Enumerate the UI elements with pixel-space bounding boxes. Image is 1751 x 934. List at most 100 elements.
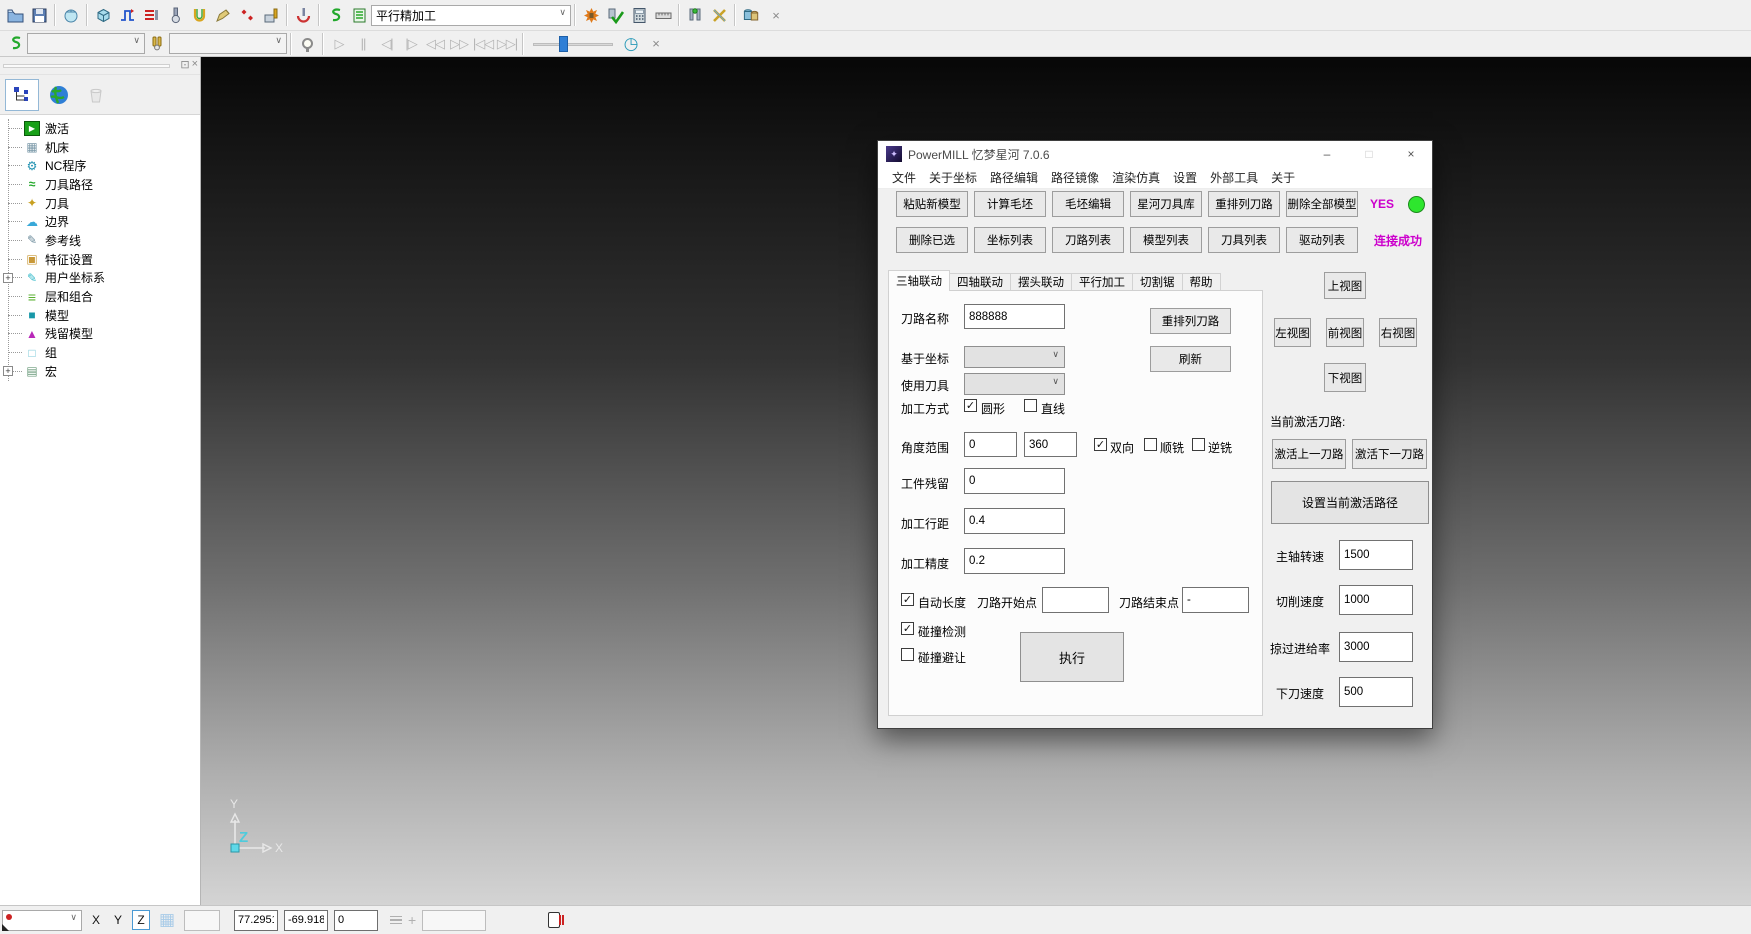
spindle-speed-input[interactable]: [1339, 540, 1413, 570]
powermill-teapot-icon[interactable]: [59, 3, 83, 27]
calc-block-button[interactable]: 计算毛坯: [974, 191, 1046, 217]
block-edit-button[interactable]: 毛坯编辑: [1052, 191, 1124, 217]
path-end-input[interactable]: [1182, 587, 1249, 613]
view-front-button[interactable]: 前视图: [1326, 318, 1364, 347]
close-button[interactable]: ×: [1390, 141, 1432, 167]
delete-all-models-button[interactable]: 删除全部模型: [1286, 191, 1358, 217]
minimize-button[interactable]: –: [1306, 141, 1348, 167]
tool-select[interactable]: ∨: [964, 373, 1065, 395]
tree-item-patterns[interactable]: ✎参考线: [0, 231, 200, 250]
line-mode-checkbox[interactable]: [1024, 399, 1037, 412]
cursor-y-field[interactable]: [284, 910, 328, 931]
skim-feed-input[interactable]: [1339, 632, 1413, 662]
raster-toolpath-icon[interactable]: [115, 3, 139, 27]
climb-mill-checkbox[interactable]: [1144, 438, 1157, 451]
tree-item-macros[interactable]: +▤宏: [0, 362, 200, 381]
path-start-input[interactable]: [1042, 587, 1109, 613]
feature-set-icon[interactable]: [259, 3, 283, 27]
panel-close-icon[interactable]: ×: [192, 58, 198, 71]
menu-workplane[interactable]: 关于坐标: [929, 169, 977, 186]
auto-length-checkbox[interactable]: [901, 593, 914, 606]
grid-size-field[interactable]: [184, 910, 220, 931]
activate-prev-toolpath-button[interactable]: 激活上一刀路: [1272, 439, 1346, 469]
menu-file[interactable]: 文件: [892, 169, 916, 186]
tool-clamp-icon[interactable]: [683, 3, 707, 27]
toolpath-list-icon[interactable]: [347, 3, 371, 27]
slider-handle[interactable]: [559, 36, 568, 52]
tree-item-activate[interactable]: ▶激活: [0, 119, 200, 138]
tool-library-button[interactable]: 星河刀具库: [1130, 191, 1202, 217]
tab-4axis[interactable]: 四轴联动: [950, 273, 1011, 291]
cursor-x-field[interactable]: [234, 910, 278, 931]
workplane-select[interactable]: ∨: [964, 346, 1065, 368]
search-back-button[interactable]: ◁◁: [423, 33, 447, 55]
reorder-toolpaths-button[interactable]: 重排列刀路: [1208, 191, 1280, 217]
go-end-button[interactable]: ▷▷|: [495, 33, 519, 55]
toolpath-spring-icon[interactable]: [323, 3, 347, 27]
collision-check-icon[interactable]: [739, 3, 763, 27]
tree-item-nc-program[interactable]: ⚙NC程序: [0, 156, 200, 175]
tree-view-button[interactable]: [5, 79, 39, 111]
tolerance-input[interactable]: [964, 548, 1065, 574]
tree-item-stock-models[interactable]: ▲残留模型: [0, 325, 200, 344]
strategy-dropdown[interactable]: 平行精加工 ∨: [371, 5, 571, 26]
collision-avoid-checkbox[interactable]: [901, 648, 914, 661]
measure-field[interactable]: [422, 910, 486, 931]
tree-item-levels-sets[interactable]: ≡层和组合: [0, 287, 200, 306]
tree-item-machine-tool[interactable]: ▦机床: [0, 138, 200, 157]
workplane-dropdown[interactable]: ∨: [2, 910, 82, 931]
angle-to-input[interactable]: [1024, 432, 1077, 457]
stock-remaining-input[interactable]: [964, 468, 1065, 494]
points-icon[interactable]: [235, 3, 259, 27]
set-active-path-button[interactable]: 设置当前激活路径: [1271, 481, 1429, 524]
speed-slider[interactable]: [533, 33, 613, 55]
menu-render-sim[interactable]: 渲染仿真: [1112, 169, 1160, 186]
reorder-toolpath-button[interactable]: 重排列刀路: [1150, 308, 1231, 334]
tab-3axis[interactable]: 三轴联动: [888, 270, 950, 291]
panel-drag-handle[interactable]: [3, 64, 170, 68]
pattern-icon[interactable]: [211, 3, 235, 27]
step-forward-button[interactable]: |▷: [399, 33, 423, 55]
execute-button[interactable]: 执行: [1020, 632, 1124, 682]
delete-selected-button[interactable]: 删除已选: [896, 227, 968, 253]
tree-item-toolpaths[interactable]: ≈刀具路径: [0, 175, 200, 194]
sim-toolbar-close-icon[interactable]: ×: [647, 35, 665, 53]
toolpath-name-input[interactable]: [964, 304, 1065, 329]
view-right-button[interactable]: 右视图: [1379, 318, 1417, 347]
menu-path-mirror[interactable]: 路径镜像: [1051, 169, 1099, 186]
drilling-icon[interactable]: [291, 3, 315, 27]
bidirectional-checkbox[interactable]: [1094, 438, 1107, 451]
expand-icon[interactable]: +: [3, 273, 13, 283]
tool-list-button[interactable]: 刀具列表: [1208, 227, 1280, 253]
tree-item-models[interactable]: ■模型: [0, 306, 200, 325]
drive-list-button[interactable]: 驱动列表: [1286, 227, 1358, 253]
play-button[interactable]: ▷: [327, 33, 351, 55]
tab-parallel[interactable]: 平行加工: [1072, 273, 1133, 291]
tool-icon[interactable]: [163, 3, 187, 27]
pause-button[interactable]: ||: [351, 33, 375, 55]
ruler-icon[interactable]: [651, 3, 675, 27]
activate-next-toolpath-button[interactable]: 激活下一刀路: [1352, 439, 1427, 469]
zlevel-icon[interactable]: [139, 3, 163, 27]
plugin-titlebar[interactable]: ✦ PowerMILL 忆梦星河 7.0.6 – □ ×: [878, 141, 1432, 167]
plunge-feed-input[interactable]: [1339, 677, 1413, 707]
globe-button[interactable]: [42, 79, 76, 111]
view-bottom-button[interactable]: 下视图: [1324, 363, 1366, 392]
tab-saw[interactable]: 切割锯: [1133, 273, 1183, 291]
menu-path-edit[interactable]: 路径编辑: [990, 169, 1038, 186]
go-start-button[interactable]: |◁◁: [471, 33, 495, 55]
tree-item-boundaries[interactable]: ☁边界: [0, 212, 200, 231]
multi-tool-icon[interactable]: [707, 3, 731, 27]
tree-item-workplanes[interactable]: +✎用户坐标系: [0, 269, 200, 288]
tree-item-feature-sets[interactable]: ▣特征设置: [0, 250, 200, 269]
menu-external-tools[interactable]: 外部工具: [1210, 169, 1258, 186]
calculator-icon[interactable]: [627, 3, 651, 27]
trash-button[interactable]: [79, 79, 113, 111]
sim-tool-dropdown[interactable]: ∨: [169, 33, 287, 54]
tree-item-groups[interactable]: □组: [0, 343, 200, 362]
tab-head-tilt[interactable]: 摆头联动: [1011, 273, 1072, 291]
x-axis-button[interactable]: X: [88, 910, 104, 930]
cutting-feed-input[interactable]: [1339, 585, 1413, 615]
y-axis-button[interactable]: Y: [110, 910, 126, 930]
menu-about[interactable]: 关于: [1271, 169, 1295, 186]
